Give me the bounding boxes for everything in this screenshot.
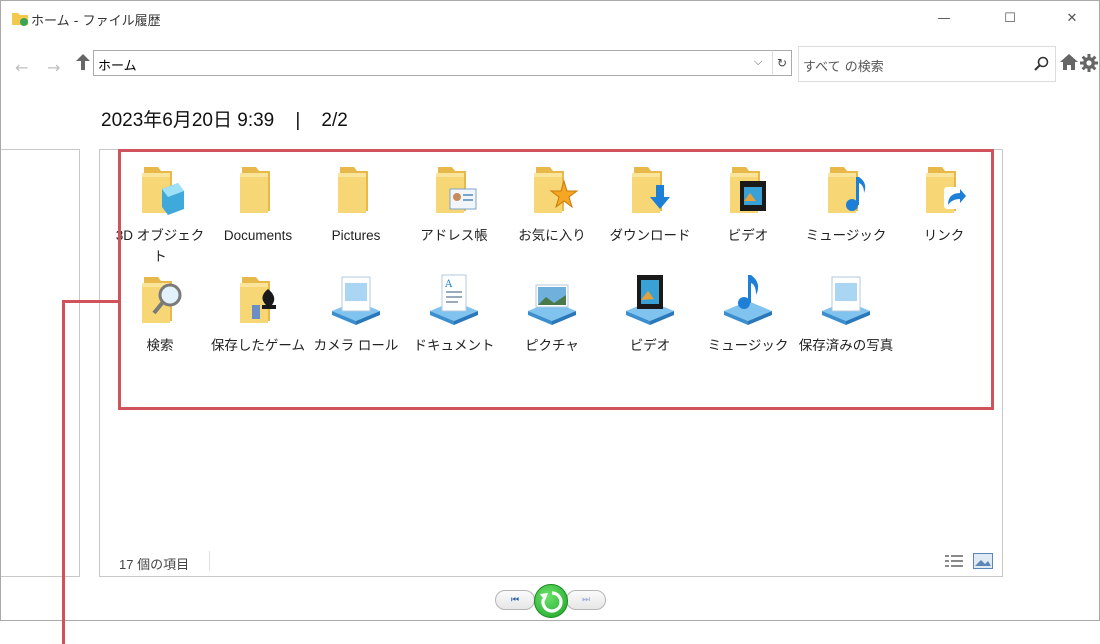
file-item[interactable]: ダウンロード bbox=[602, 161, 698, 246]
file-item[interactable]: Documents bbox=[210, 161, 306, 246]
callout-line bbox=[62, 300, 65, 644]
folder-search-icon bbox=[142, 277, 182, 323]
file-item[interactable]: ミュージック bbox=[798, 161, 894, 246]
library-pictures-icon bbox=[528, 284, 576, 325]
file-item-label: 検索 bbox=[146, 338, 174, 353]
gear-icon[interactable] bbox=[1079, 53, 1099, 73]
details-view-icon[interactable] bbox=[945, 554, 963, 568]
restore-button[interactable] bbox=[534, 584, 568, 618]
back-button[interactable]: ← bbox=[15, 58, 28, 77]
large-icons-view-icon[interactable] bbox=[973, 553, 993, 569]
next-version-button[interactable]: ⏭ bbox=[566, 590, 606, 610]
folder-downloads-icon bbox=[632, 167, 670, 213]
file-item[interactable]: 保存済みの写真 bbox=[798, 271, 894, 356]
file-item-label: 3D オブジェクト bbox=[115, 228, 205, 264]
folder-3d-icon bbox=[142, 167, 184, 215]
status-divider bbox=[209, 551, 210, 571]
file-item[interactable]: ピクチャ bbox=[504, 271, 600, 356]
folder-icon bbox=[338, 167, 368, 213]
file-item[interactable]: 3D オブジェクト bbox=[112, 161, 208, 267]
address-bar[interactable]: ホーム ⌵ bbox=[93, 50, 792, 76]
file-item[interactable]: A ドキュメント bbox=[406, 271, 502, 356]
file-item[interactable]: ミュージック bbox=[700, 271, 796, 356]
close-button[interactable]: ✕ bbox=[1049, 1, 1095, 35]
file-item[interactable]: カメラ ロール bbox=[308, 271, 404, 356]
up-arrow-icon[interactable] bbox=[75, 53, 91, 71]
svg-text:A: A bbox=[444, 279, 453, 290]
file-history-app-icon bbox=[12, 13, 28, 26]
file-item[interactable]: Pictures bbox=[308, 161, 404, 246]
file-history-window: ホーム - ファイル履歴 — ☐ ✕ ← → ホーム ⌵ ↻ すべて の検索 2… bbox=[0, 0, 1100, 621]
item-count: 17 個の項目 bbox=[119, 557, 190, 572]
previous-version-button[interactable]: ⏮ bbox=[495, 590, 535, 610]
backup-date-header: 2023年6月20日 9:39 | 2/2 bbox=[101, 105, 348, 132]
file-item[interactable]: ビデオ bbox=[602, 271, 698, 356]
minimize-button[interactable]: — bbox=[921, 1, 967, 35]
file-item[interactable]: 検索 bbox=[112, 271, 208, 356]
library-documents-icon: A bbox=[430, 274, 478, 325]
backup-date: 2023年6月20日 9:39 bbox=[101, 110, 275, 131]
file-item-label: カメラ ロール bbox=[313, 338, 399, 353]
file-item[interactable]: 保存したゲーム bbox=[210, 271, 306, 356]
file-item[interactable]: お気に入り bbox=[504, 161, 600, 246]
maximize-button[interactable]: ☐ bbox=[987, 1, 1033, 35]
search-icon[interactable] bbox=[1033, 56, 1049, 72]
folder-videos-icon bbox=[730, 167, 766, 213]
restore-arrow-icon bbox=[540, 591, 563, 613]
file-item[interactable]: ビデオ bbox=[700, 161, 796, 246]
navigation-pane[interactable] bbox=[1, 149, 80, 577]
file-item[interactable]: アドレス帳 bbox=[406, 161, 502, 246]
folder-icon bbox=[240, 167, 270, 213]
search-input[interactable]: すべて の検索 bbox=[798, 46, 1056, 82]
search-placeholder: すべて の検索 bbox=[803, 60, 884, 75]
file-item-label: 保存したゲーム bbox=[210, 338, 306, 353]
file-item-label: ミュージック bbox=[805, 228, 887, 243]
library-saved-pictures-icon bbox=[822, 276, 870, 325]
refresh-button[interactable]: ↻ bbox=[772, 50, 792, 76]
callout-connector bbox=[62, 300, 118, 303]
file-item-label: ドキュメント bbox=[413, 338, 495, 353]
file-item-label: ビデオ bbox=[727, 228, 769, 243]
file-item-label: Documents bbox=[223, 228, 293, 243]
file-item-label: ミュージック bbox=[707, 338, 789, 353]
folder-music-icon bbox=[828, 167, 866, 213]
chevron-down-icon[interactable]: ⌵ bbox=[754, 55, 762, 69]
library-music-icon bbox=[724, 275, 772, 325]
library-camera-roll-icon bbox=[332, 276, 380, 325]
library-videos-icon bbox=[626, 275, 674, 325]
file-item-label: ピクチャ bbox=[525, 338, 579, 353]
file-item-label: ダウンロード bbox=[609, 228, 691, 243]
window-title: ホーム - ファイル履歴 bbox=[31, 14, 161, 29]
folder-favorites-icon bbox=[534, 167, 578, 213]
file-item-label: お気に入り bbox=[518, 228, 586, 243]
file-item-label: リンク bbox=[923, 228, 965, 243]
header-separator: | bbox=[295, 110, 301, 131]
home-icon[interactable] bbox=[1059, 53, 1079, 71]
folder-games-icon bbox=[240, 277, 276, 323]
forward-button[interactable]: → bbox=[47, 58, 60, 77]
page-indicator: 2/2 bbox=[321, 110, 348, 131]
folder-links-icon bbox=[926, 167, 966, 213]
file-item-label: アドレス帳 bbox=[420, 228, 488, 243]
file-item-label: Pictures bbox=[331, 228, 381, 243]
file-item-label: ビデオ bbox=[629, 338, 671, 353]
address-text: ホーム bbox=[98, 59, 137, 74]
folder-contacts-icon bbox=[436, 167, 477, 213]
file-item-label: 保存済みの写真 bbox=[798, 338, 894, 353]
title-bar: ホーム - ファイル履歴 — ☐ ✕ bbox=[1, 1, 1099, 35]
file-item[interactable]: リンク bbox=[896, 161, 992, 246]
